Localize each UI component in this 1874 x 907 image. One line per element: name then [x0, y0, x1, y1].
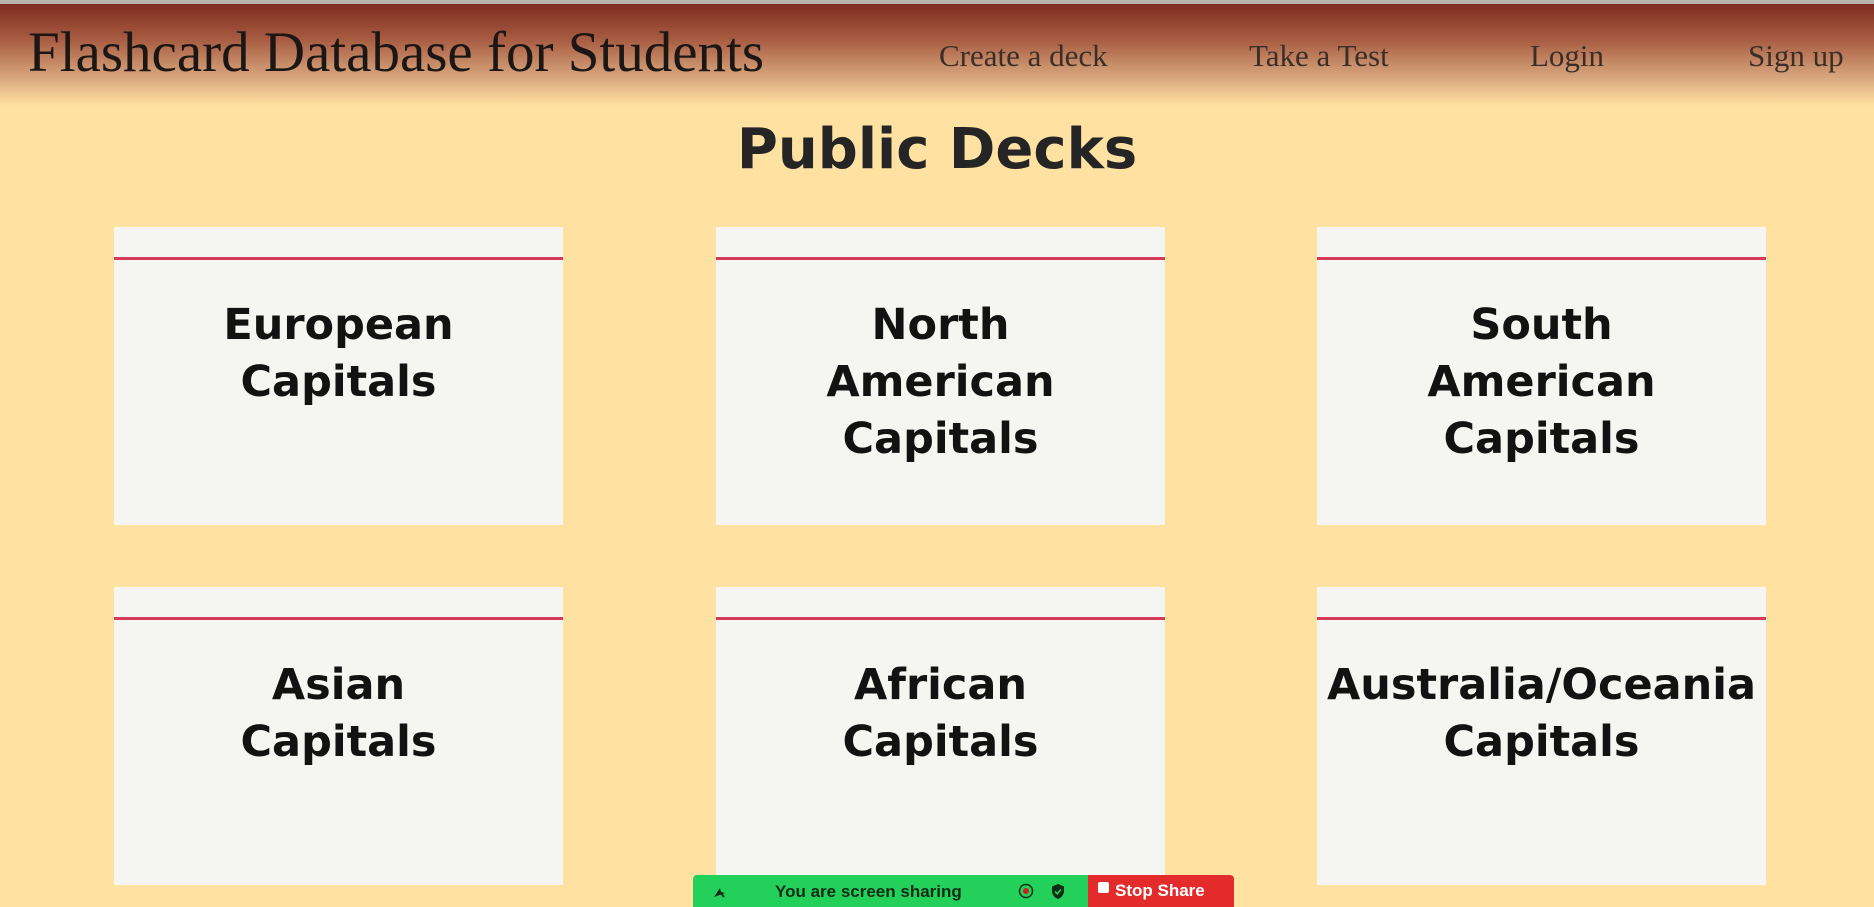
screen-share-status-text: You are screen sharing	[775, 882, 962, 901]
deck-card-australia-oceania-capitals[interactable]: Australia/Oceania Capitals	[1317, 587, 1766, 885]
deck-card-label: North American Capitals	[826, 300, 1055, 464]
deck-card-north-american-capitals[interactable]: North American Capitals	[716, 227, 1165, 525]
deck-card-label: Australia/Oceania Capitals	[1326, 660, 1757, 767]
deck-card-label: African Capitals	[842, 660, 1039, 767]
deck-card-label: South American Capitals	[1427, 300, 1656, 464]
stop-share-label: Stop Share	[1115, 881, 1205, 900]
deck-card-african-capitals[interactable]: African Capitals	[716, 587, 1165, 885]
deck-card-asian-capitals[interactable]: Asian Capitals	[114, 587, 563, 885]
recording-icon[interactable]	[1018, 883, 1034, 899]
deck-card-south-american-capitals[interactable]: South American Capitals	[1317, 227, 1766, 525]
nav-login-link[interactable]: Login	[1530, 38, 1604, 74]
screen-share-toolbar: You are screen sharing Stop Share	[693, 875, 1234, 907]
deck-card-label: European Capitals	[223, 300, 454, 407]
stop-icon	[1098, 882, 1109, 893]
nav-create-deck-link[interactable]: Create a deck	[939, 38, 1108, 74]
deck-card-european-capitals[interactable]: European Capitals	[114, 227, 563, 525]
deck-card-label: Asian Capitals	[240, 660, 437, 767]
navbar: Flashcard Database for Students Create a…	[0, 4, 1874, 106]
page-title: Public Decks	[736, 117, 1138, 182]
shield-icon[interactable]	[1050, 883, 1066, 900]
screen-share-status[interactable]: You are screen sharing	[693, 875, 1088, 907]
nav-take-test-link[interactable]: Take a Test	[1249, 38, 1389, 74]
site-brand[interactable]: Flashcard Database for Students	[28, 21, 764, 85]
nav-signup-link[interactable]: Sign up	[1748, 38, 1844, 74]
pointer-icon[interactable]	[711, 884, 727, 900]
stop-share-button[interactable]: Stop Share	[1088, 875, 1234, 907]
